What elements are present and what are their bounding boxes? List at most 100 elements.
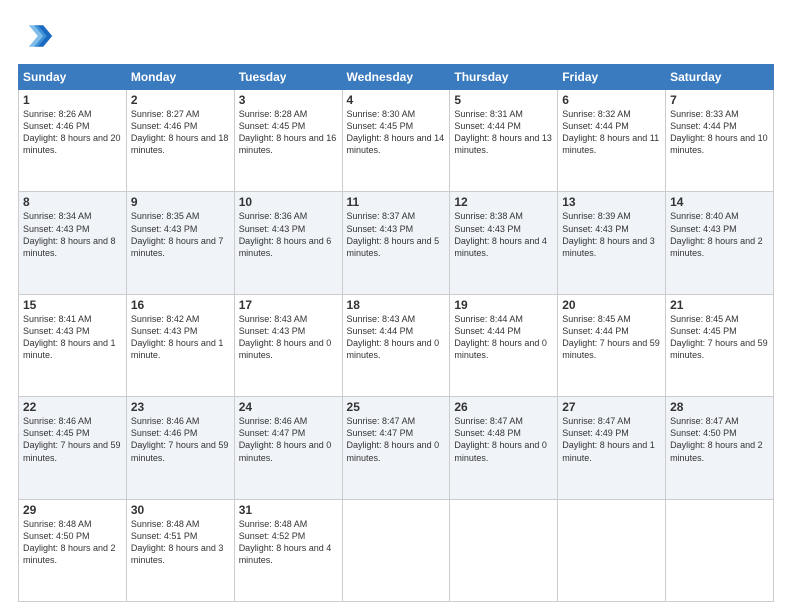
table-row: 2 Sunrise: 8:27 AM Sunset: 4:46 PM Dayli… bbox=[126, 90, 234, 192]
cell-content: Sunrise: 8:37 AM Sunset: 4:43 PM Dayligh… bbox=[347, 210, 446, 259]
table-row: 11 Sunrise: 8:37 AM Sunset: 4:43 PM Dayl… bbox=[342, 192, 450, 294]
daylight-label: Daylight: 8 hours and 4 minutes. bbox=[239, 543, 332, 565]
day-number: 15 bbox=[23, 298, 122, 312]
day-number: 31 bbox=[239, 503, 338, 517]
daylight-label: Daylight: 8 hours and 18 minutes. bbox=[131, 133, 229, 155]
sunrise-label: Sunrise: 8:46 AM bbox=[23, 416, 92, 426]
col-monday: Monday bbox=[126, 65, 234, 90]
sunset-label: Sunset: 4:43 PM bbox=[670, 224, 737, 234]
cell-content: Sunrise: 8:46 AM Sunset: 4:46 PM Dayligh… bbox=[131, 415, 230, 464]
table-row: 3 Sunrise: 8:28 AM Sunset: 4:45 PM Dayli… bbox=[234, 90, 342, 192]
day-number: 17 bbox=[239, 298, 338, 312]
day-number: 24 bbox=[239, 400, 338, 414]
daylight-label: Daylight: 8 hours and 3 minutes. bbox=[562, 236, 655, 258]
cell-content: Sunrise: 8:26 AM Sunset: 4:46 PM Dayligh… bbox=[23, 108, 122, 157]
cell-content: Sunrise: 8:47 AM Sunset: 4:47 PM Dayligh… bbox=[347, 415, 446, 464]
cell-content: Sunrise: 8:32 AM Sunset: 4:44 PM Dayligh… bbox=[562, 108, 661, 157]
day-number: 16 bbox=[131, 298, 230, 312]
table-row: 7 Sunrise: 8:33 AM Sunset: 4:44 PM Dayli… bbox=[666, 90, 774, 192]
cell-content: Sunrise: 8:48 AM Sunset: 4:50 PM Dayligh… bbox=[23, 518, 122, 567]
table-row: 24 Sunrise: 8:46 AM Sunset: 4:47 PM Dayl… bbox=[234, 397, 342, 499]
sunrise-label: Sunrise: 8:27 AM bbox=[131, 109, 200, 119]
sunrise-label: Sunrise: 8:36 AM bbox=[239, 211, 308, 221]
sunset-label: Sunset: 4:47 PM bbox=[347, 428, 414, 438]
cell-content: Sunrise: 8:34 AM Sunset: 4:43 PM Dayligh… bbox=[23, 210, 122, 259]
calendar-row: 8 Sunrise: 8:34 AM Sunset: 4:43 PM Dayli… bbox=[19, 192, 774, 294]
table-row: 9 Sunrise: 8:35 AM Sunset: 4:43 PM Dayli… bbox=[126, 192, 234, 294]
day-number: 3 bbox=[239, 93, 338, 107]
calendar-row: 22 Sunrise: 8:46 AM Sunset: 4:45 PM Dayl… bbox=[19, 397, 774, 499]
sunset-label: Sunset: 4:50 PM bbox=[670, 428, 737, 438]
sunrise-label: Sunrise: 8:38 AM bbox=[454, 211, 523, 221]
table-row: 4 Sunrise: 8:30 AM Sunset: 4:45 PM Dayli… bbox=[342, 90, 450, 192]
sunrise-label: Sunrise: 8:45 AM bbox=[562, 314, 631, 324]
sunset-label: Sunset: 4:50 PM bbox=[23, 531, 90, 541]
col-sunday: Sunday bbox=[19, 65, 127, 90]
sunrise-label: Sunrise: 8:47 AM bbox=[347, 416, 416, 426]
sunrise-label: Sunrise: 8:33 AM bbox=[670, 109, 739, 119]
sunrise-label: Sunrise: 8:43 AM bbox=[239, 314, 308, 324]
table-row: 22 Sunrise: 8:46 AM Sunset: 4:45 PM Dayl… bbox=[19, 397, 127, 499]
table-row bbox=[558, 499, 666, 601]
day-number: 10 bbox=[239, 195, 338, 209]
day-number: 30 bbox=[131, 503, 230, 517]
sunset-label: Sunset: 4:43 PM bbox=[131, 326, 198, 336]
sunset-label: Sunset: 4:45 PM bbox=[239, 121, 306, 131]
daylight-label: Daylight: 8 hours and 1 minute. bbox=[562, 440, 655, 462]
cell-content: Sunrise: 8:40 AM Sunset: 4:43 PM Dayligh… bbox=[670, 210, 769, 259]
day-number: 13 bbox=[562, 195, 661, 209]
page: Sunday Monday Tuesday Wednesday Thursday… bbox=[0, 0, 792, 612]
table-row: 19 Sunrise: 8:44 AM Sunset: 4:44 PM Dayl… bbox=[450, 294, 558, 396]
sunrise-label: Sunrise: 8:39 AM bbox=[562, 211, 631, 221]
day-number: 7 bbox=[670, 93, 769, 107]
day-number: 26 bbox=[454, 400, 553, 414]
sunrise-label: Sunrise: 8:35 AM bbox=[131, 211, 200, 221]
sunset-label: Sunset: 4:44 PM bbox=[562, 121, 629, 131]
sunrise-label: Sunrise: 8:42 AM bbox=[131, 314, 200, 324]
table-row: 16 Sunrise: 8:42 AM Sunset: 4:43 PM Dayl… bbox=[126, 294, 234, 396]
daylight-label: Daylight: 8 hours and 11 minutes. bbox=[562, 133, 659, 155]
sunset-label: Sunset: 4:45 PM bbox=[670, 326, 737, 336]
logo-icon bbox=[18, 18, 54, 54]
table-row: 28 Sunrise: 8:47 AM Sunset: 4:50 PM Dayl… bbox=[666, 397, 774, 499]
table-row: 17 Sunrise: 8:43 AM Sunset: 4:43 PM Dayl… bbox=[234, 294, 342, 396]
daylight-label: Daylight: 7 hours and 59 minutes. bbox=[670, 338, 768, 360]
sunrise-label: Sunrise: 8:34 AM bbox=[23, 211, 92, 221]
sunset-label: Sunset: 4:43 PM bbox=[347, 224, 414, 234]
day-number: 12 bbox=[454, 195, 553, 209]
daylight-label: Daylight: 8 hours and 7 minutes. bbox=[131, 236, 224, 258]
cell-content: Sunrise: 8:48 AM Sunset: 4:52 PM Dayligh… bbox=[239, 518, 338, 567]
cell-content: Sunrise: 8:27 AM Sunset: 4:46 PM Dayligh… bbox=[131, 108, 230, 157]
header bbox=[18, 18, 774, 54]
day-number: 8 bbox=[23, 195, 122, 209]
table-row: 13 Sunrise: 8:39 AM Sunset: 4:43 PM Dayl… bbox=[558, 192, 666, 294]
col-wednesday: Wednesday bbox=[342, 65, 450, 90]
day-number: 29 bbox=[23, 503, 122, 517]
cell-content: Sunrise: 8:41 AM Sunset: 4:43 PM Dayligh… bbox=[23, 313, 122, 362]
sunrise-label: Sunrise: 8:26 AM bbox=[23, 109, 92, 119]
sunset-label: Sunset: 4:52 PM bbox=[239, 531, 306, 541]
sunrise-label: Sunrise: 8:43 AM bbox=[347, 314, 416, 324]
sunrise-label: Sunrise: 8:48 AM bbox=[23, 519, 92, 529]
daylight-label: Daylight: 8 hours and 2 minutes. bbox=[670, 440, 763, 462]
calendar-row: 1 Sunrise: 8:26 AM Sunset: 4:46 PM Dayli… bbox=[19, 90, 774, 192]
table-row: 1 Sunrise: 8:26 AM Sunset: 4:46 PM Dayli… bbox=[19, 90, 127, 192]
calendar-table: Sunday Monday Tuesday Wednesday Thursday… bbox=[18, 64, 774, 602]
table-row: 10 Sunrise: 8:36 AM Sunset: 4:43 PM Dayl… bbox=[234, 192, 342, 294]
daylight-label: Daylight: 8 hours and 1 minute. bbox=[131, 338, 224, 360]
logo bbox=[18, 18, 58, 54]
day-number: 9 bbox=[131, 195, 230, 209]
table-row: 8 Sunrise: 8:34 AM Sunset: 4:43 PM Dayli… bbox=[19, 192, 127, 294]
day-number: 2 bbox=[131, 93, 230, 107]
sunset-label: Sunset: 4:47 PM bbox=[239, 428, 306, 438]
sunrise-label: Sunrise: 8:47 AM bbox=[670, 416, 739, 426]
sunrise-label: Sunrise: 8:40 AM bbox=[670, 211, 739, 221]
day-number: 28 bbox=[670, 400, 769, 414]
cell-content: Sunrise: 8:36 AM Sunset: 4:43 PM Dayligh… bbox=[239, 210, 338, 259]
cell-content: Sunrise: 8:30 AM Sunset: 4:45 PM Dayligh… bbox=[347, 108, 446, 157]
daylight-label: Daylight: 8 hours and 2 minutes. bbox=[670, 236, 763, 258]
day-number: 23 bbox=[131, 400, 230, 414]
cell-content: Sunrise: 8:44 AM Sunset: 4:44 PM Dayligh… bbox=[454, 313, 553, 362]
day-number: 25 bbox=[347, 400, 446, 414]
cell-content: Sunrise: 8:46 AM Sunset: 4:45 PM Dayligh… bbox=[23, 415, 122, 464]
